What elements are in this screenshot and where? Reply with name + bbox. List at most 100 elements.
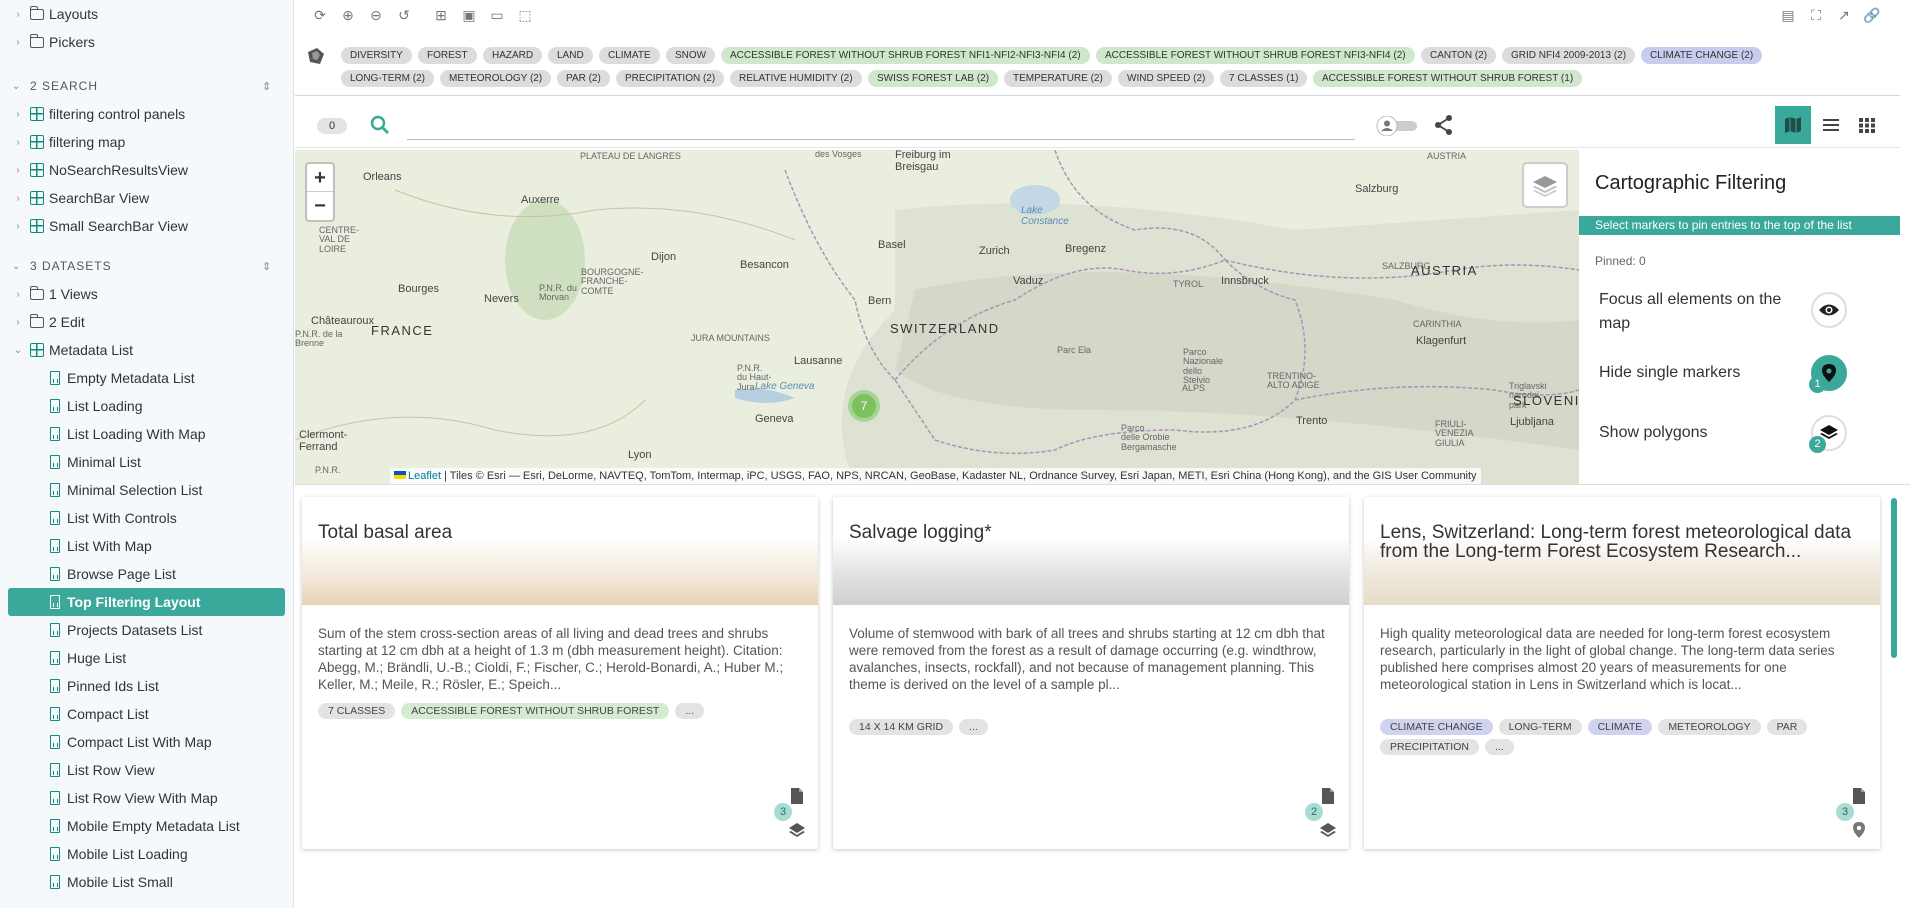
category-tag[interactable]: PRECIPITATION (2) [616, 70, 725, 87]
sidebar-story-list-with-map[interactable]: List With Map [0, 532, 293, 560]
sidebar-story-list-loading[interactable]: List Loading [0, 392, 293, 420]
card-tag[interactable]: 14 X 14 KM GRID [849, 719, 954, 735]
expand-collapse-icon[interactable]: ⇕ [262, 260, 272, 273]
sidebar-story-pinned-ids-list[interactable]: Pinned Ids List [0, 672, 293, 700]
metadata-card[interactable]: Salvage logging* Volume of stemwood with… [833, 497, 1349, 849]
sidebar-item-small-searchbar-view[interactable]: › Small SearchBar View [0, 212, 293, 240]
metadata-card[interactable]: Lens, Switzerland: Long-term forest mete… [1364, 497, 1880, 849]
sidebar-section-search[interactable]: ⌄ 2 SEARCH ⇕ [0, 72, 293, 100]
category-tag[interactable]: ACCESSIBLE FOREST WITHOUT SHRUB FOREST (… [1313, 70, 1583, 87]
sidebar-story-browse-page-list[interactable]: Browse Page List [0, 560, 293, 588]
background-icon[interactable]: ▣ [460, 6, 478, 24]
sidebar-story-top-filtering-layout[interactable]: Top Filtering Layout [8, 588, 285, 616]
sidebar-story-compact-list[interactable]: Compact List [0, 700, 293, 728]
category-tag[interactable]: RELATIVE HUMIDITY (2) [730, 70, 862, 87]
category-tag[interactable]: GRID NFI4 2009-2013 (2) [1502, 47, 1636, 64]
sidebar-item-pickers[interactable]: › Pickers [0, 28, 293, 56]
sidebar-story-minimal-list[interactable]: Minimal List [0, 448, 293, 476]
panel-icon[interactable]: ▤ [1779, 6, 1797, 24]
sidebar-item-searchbar-view[interactable]: › SearchBar View [0, 184, 293, 212]
list-view-button[interactable] [1813, 106, 1849, 144]
category-tag[interactable]: SWISS FOREST LAB (2) [868, 70, 999, 87]
sidebar-story-list-row-view[interactable]: List Row View [0, 756, 293, 784]
zoom-reset-icon[interactable]: ↺ [395, 6, 413, 24]
category-tag[interactable]: CANTON (2) [1421, 47, 1497, 64]
sidebar-item-views[interactable]: › 1 Views [0, 280, 293, 308]
sidebar-story-list-with-controls[interactable]: List With Controls [0, 504, 293, 532]
sidebar-story-list-row-view-with-map[interactable]: List Row View With Map [0, 784, 293, 812]
card-tag[interactable]: PRECIPITATION [1380, 739, 1479, 755]
card-tag[interactable]: ... [1484, 739, 1514, 755]
category-tag[interactable]: CLIMATE [599, 47, 660, 64]
sidebar-item-filtering-control-panels[interactable]: › filtering control panels [0, 100, 293, 128]
metadata-card[interactable]: Total basal area Sum of the stem cross-s… [302, 497, 818, 849]
card-title[interactable]: Salvage logging* [849, 523, 1333, 542]
user-filter-toggle[interactable] [1375, 116, 1423, 136]
map-view-button[interactable] [1775, 106, 1811, 144]
sidebar-story-list-loading-with-map[interactable]: List Loading With Map [0, 420, 293, 448]
card-tag[interactable]: METEOROLOGY [1658, 719, 1761, 735]
card-tag[interactable]: ... [675, 703, 705, 719]
category-tag[interactable]: METEOROLOGY (2) [440, 70, 552, 87]
card-tag[interactable]: LONG-TERM [1498, 719, 1582, 735]
sidebar-item-filtering-map[interactable]: › filtering map [0, 128, 293, 156]
scrollbar[interactable] [1891, 498, 1897, 658]
card-title[interactable]: Total basal area [318, 523, 802, 542]
category-tag[interactable]: PAR (2) [557, 70, 610, 87]
hide-single-markers-button[interactable]: 1 [1809, 355, 1847, 393]
expand-collapse-icon[interactable]: ⇕ [262, 80, 272, 93]
marker-cluster[interactable]: 7 [848, 390, 880, 422]
category-tag[interactable]: ACCESSIBLE FOREST WITHOUT SHRUB FOREST N… [1096, 47, 1415, 64]
sidebar-item-edit[interactable]: › 2 Edit [0, 308, 293, 336]
sidebar-section-datasets[interactable]: ⌄ 3 DATASETS ⇕ [0, 252, 293, 280]
focus-all-button[interactable] [1811, 292, 1847, 328]
show-polygons-button[interactable]: 2 [1809, 415, 1847, 453]
search-input[interactable] [407, 114, 1355, 140]
share-icon[interactable] [1433, 114, 1455, 136]
zoom-in-button[interactable]: + [307, 164, 333, 192]
sidebar-story-mobile-empty-metadata-list[interactable]: Mobile Empty Metadata List [0, 812, 293, 840]
category-tag[interactable]: TEMPERATURE (2) [1004, 70, 1112, 87]
category-tag[interactable]: DIVERSITY [341, 47, 412, 64]
category-tag[interactable]: SNOW [666, 47, 716, 64]
sidebar-story-empty-metadata-list[interactable]: Empty Metadata List [0, 364, 293, 392]
fullscreen-icon[interactable]: ⛶ [1807, 6, 1825, 24]
category-tag[interactable]: LAND [548, 47, 593, 64]
leaflet-link[interactable]: Leaflet [408, 470, 441, 482]
search-icon[interactable] [369, 114, 391, 136]
sidebar-story-mobile-list-small[interactable]: Mobile List Small [0, 868, 293, 896]
card-tag[interactable]: CLIMATE CHANGE [1380, 719, 1493, 735]
reload-icon[interactable]: ⟳ [311, 6, 329, 24]
layer-switcher-button[interactable] [1522, 162, 1568, 208]
card-title[interactable]: Lens, Switzerland: Long-term forest mete… [1380, 523, 1864, 561]
sidebar-story-minimal-selection-list[interactable]: Minimal Selection List [0, 476, 293, 504]
sidebar-story-compact-list-with-map[interactable]: Compact List With Map [0, 728, 293, 756]
sidebar-story-mobile-list-loading[interactable]: Mobile List Loading [0, 840, 293, 868]
category-tag[interactable]: 7 CLASSES (1) [1220, 70, 1308, 87]
category-tag[interactable]: ACCESSIBLE FOREST WITHOUT SHRUB FOREST N… [721, 47, 1090, 64]
viewport-icon[interactable]: ▭ [488, 6, 506, 24]
open-new-tab-icon[interactable]: ↗ [1835, 6, 1853, 24]
outline-icon[interactable]: ⬚ [516, 6, 534, 24]
sidebar-item-layouts[interactable]: › Layouts [0, 0, 293, 28]
sidebar-item-metadata-list[interactable]: ⌄ Metadata List [0, 336, 293, 364]
category-tag[interactable]: WIND SPEED (2) [1118, 70, 1215, 87]
category-tag[interactable]: FOREST [418, 47, 477, 64]
zoom-out-icon[interactable]: ⊖ [367, 6, 385, 24]
category-tag[interactable]: HAZARD [483, 47, 543, 64]
sidebar-item-nosearchresultsview[interactable]: › NoSearchResultsView [0, 156, 293, 184]
zoom-in-icon[interactable]: ⊕ [339, 6, 357, 24]
card-tag[interactable]: ... [959, 719, 988, 735]
card-tag[interactable]: 7 CLASSES [318, 703, 396, 719]
category-tag[interactable]: CLIMATE CHANGE (2) [1641, 47, 1763, 64]
link-icon[interactable]: 🔗 [1863, 6, 1881, 24]
card-tag[interactable]: CLIMATE [1587, 719, 1653, 735]
zoom-out-button[interactable]: − [307, 192, 333, 220]
leaflet-map[interactable]: PLATEAU DE LANGRES des Vosges Freiburg im … [295, 150, 1579, 484]
grid-view-button[interactable] [1849, 106, 1885, 144]
sidebar-story-projects-datasets-list[interactable]: Projects Datasets List [0, 616, 293, 644]
card-tag[interactable]: PAR [1766, 719, 1808, 735]
sidebar-story-huge-list[interactable]: Huge List [0, 644, 293, 672]
category-tag[interactable]: LONG-TERM (2) [341, 70, 434, 87]
grid-icon[interactable]: ⊞ [432, 6, 450, 24]
